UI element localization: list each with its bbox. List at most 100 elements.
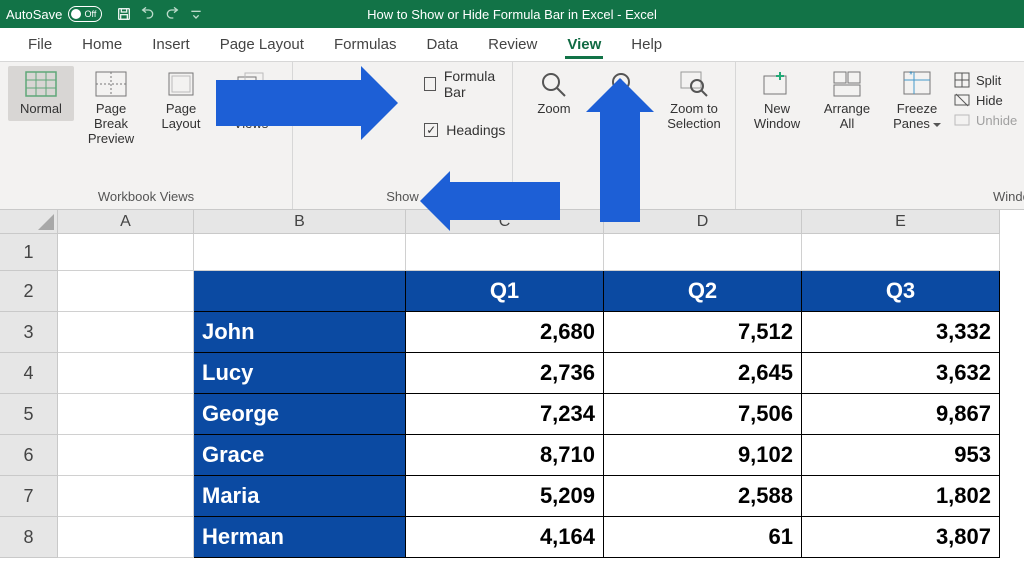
page-break-label: Page Break Preview xyxy=(80,102,142,147)
autosave-state: Off xyxy=(85,9,97,19)
cell-d5[interactable]: 7,506 xyxy=(604,394,802,435)
tab-formulas[interactable]: Formulas xyxy=(332,30,399,59)
cell-a6[interactable] xyxy=(58,435,194,476)
row-header-5[interactable]: 5 xyxy=(0,394,58,435)
cell-b2[interactable] xyxy=(194,271,406,312)
cell-c4[interactable]: 2,736 xyxy=(406,353,604,394)
cell-a3[interactable] xyxy=(58,312,194,353)
col-header-e[interactable]: E xyxy=(802,210,1000,234)
tab-file[interactable]: File xyxy=(26,30,54,59)
page-layout-button[interactable]: Page Layout xyxy=(148,66,214,136)
headings-checkbox[interactable]: ✓ Headings xyxy=(424,122,505,138)
zoom-selection-icon xyxy=(677,70,711,98)
row-header-8[interactable]: 8 xyxy=(0,517,58,558)
row-header-4[interactable]: 4 xyxy=(0,353,58,394)
hide-label: Hide xyxy=(976,93,1003,108)
cell-c3[interactable]: 2,680 xyxy=(406,312,604,353)
cell-e6[interactable]: 953 xyxy=(802,435,1000,476)
tab-home[interactable]: Home xyxy=(80,30,124,59)
cell-a7[interactable] xyxy=(58,476,194,517)
new-window-label: New Window xyxy=(746,102,808,132)
checkbox-checked-icon: ✓ xyxy=(424,123,438,137)
autosave-label: AutoSave xyxy=(6,7,62,22)
redo-icon[interactable] xyxy=(160,2,184,26)
autosave-toggle[interactable]: Off xyxy=(68,6,102,22)
cell-e5[interactable]: 9,867 xyxy=(802,394,1000,435)
page-layout-icon xyxy=(164,70,198,98)
arrange-all-label: Arrange All xyxy=(816,102,878,132)
cell-d8[interactable]: 61 xyxy=(604,517,802,558)
cell-e1[interactable] xyxy=(802,234,1000,271)
row-header-6[interactable]: 6 xyxy=(0,435,58,476)
cell-c7[interactable]: 5,209 xyxy=(406,476,604,517)
cell-c6[interactable]: 8,710 xyxy=(406,435,604,476)
group-label-workbook-views: Workbook Views xyxy=(8,186,284,209)
cell-b8[interactable]: Herman xyxy=(194,517,406,558)
tab-help[interactable]: Help xyxy=(629,30,664,59)
autosave-control[interactable]: AutoSave Off xyxy=(6,6,102,22)
qat-customize-icon[interactable] xyxy=(184,2,208,26)
cell-b3[interactable]: John xyxy=(194,312,406,353)
cell-a2[interactable] xyxy=(58,271,194,312)
cell-e7[interactable]: 1,802 xyxy=(802,476,1000,517)
cell-c1[interactable] xyxy=(406,234,604,271)
select-all-corner[interactable] xyxy=(0,210,58,234)
cell-a1[interactable] xyxy=(58,234,194,271)
arrange-all-icon xyxy=(830,70,864,98)
cell-d3[interactable]: 7,512 xyxy=(604,312,802,353)
cell-e8[interactable]: 3,807 xyxy=(802,517,1000,558)
normal-view-label: Normal xyxy=(20,102,62,117)
normal-view-icon xyxy=(24,70,58,98)
cell-a8[interactable] xyxy=(58,517,194,558)
cell-b7[interactable]: Maria xyxy=(194,476,406,517)
page-layout-label: Page Layout xyxy=(150,102,212,132)
cell-b5[interactable]: George xyxy=(194,394,406,435)
row-header-7[interactable]: 7 xyxy=(0,476,58,517)
cell-c5[interactable]: 7,234 xyxy=(406,394,604,435)
zoom-to-selection-button[interactable]: Zoom to Selection xyxy=(661,66,727,136)
cell-c2[interactable]: Q1 xyxy=(406,271,604,312)
cell-d4[interactable]: 2,645 xyxy=(604,353,802,394)
hide-button[interactable]: Hide xyxy=(954,92,1017,108)
tab-review[interactable]: Review xyxy=(486,30,539,59)
save-icon[interactable] xyxy=(112,2,136,26)
cell-d2[interactable]: Q2 xyxy=(604,271,802,312)
undo-icon[interactable] xyxy=(136,2,160,26)
cell-d6[interactable]: 9,102 xyxy=(604,435,802,476)
row-header-1[interactable]: 1 xyxy=(0,234,58,271)
tab-insert[interactable]: Insert xyxy=(150,30,192,59)
cell-d1[interactable] xyxy=(604,234,802,271)
zoom-button[interactable]: Zoom xyxy=(521,66,587,121)
cells[interactable]: Q1 Q2 Q3 John 2,680 7,512 3,332 Lucy 2,7… xyxy=(58,234,1000,558)
svg-text:*: * xyxy=(909,70,913,81)
split-button[interactable]: Split xyxy=(954,72,1017,88)
cell-b1[interactable] xyxy=(194,234,406,271)
col-header-a[interactable]: A xyxy=(58,210,194,234)
new-window-button[interactable]: New Window xyxy=(744,66,810,136)
tab-page-layout[interactable]: Page Layout xyxy=(218,30,306,59)
cell-e3[interactable]: 3,332 xyxy=(802,312,1000,353)
zoom-icon xyxy=(537,70,571,98)
freeze-panes-icon: * xyxy=(900,70,934,98)
cell-b6[interactable]: Grace xyxy=(194,435,406,476)
formula-bar-checkbox[interactable]: Formula Bar xyxy=(424,68,505,100)
cell-a4[interactable] xyxy=(58,353,194,394)
cell-a5[interactable] xyxy=(58,394,194,435)
freeze-panes-button[interactable]: * Freeze Panes xyxy=(884,66,950,136)
col-header-b[interactable]: B xyxy=(194,210,406,234)
tab-data[interactable]: Data xyxy=(424,30,460,59)
row-header-2[interactable]: 2 xyxy=(0,271,58,312)
checkbox-unchecked-icon xyxy=(424,77,436,91)
normal-view-button[interactable]: Normal xyxy=(8,66,74,121)
group-label-window: Window xyxy=(744,186,1024,209)
cell-c8[interactable]: 4,164 xyxy=(406,517,604,558)
tab-view[interactable]: View xyxy=(565,30,603,59)
headings-label: Headings xyxy=(446,122,505,138)
cell-d7[interactable]: 2,588 xyxy=(604,476,802,517)
cell-b4[interactable]: Lucy xyxy=(194,353,406,394)
row-header-3[interactable]: 3 xyxy=(0,312,58,353)
page-break-preview-button[interactable]: Page Break Preview xyxy=(78,66,144,151)
cell-e2[interactable]: Q3 xyxy=(802,271,1000,312)
arrange-all-button[interactable]: Arrange All xyxy=(814,66,880,136)
cell-e4[interactable]: 3,632 xyxy=(802,353,1000,394)
